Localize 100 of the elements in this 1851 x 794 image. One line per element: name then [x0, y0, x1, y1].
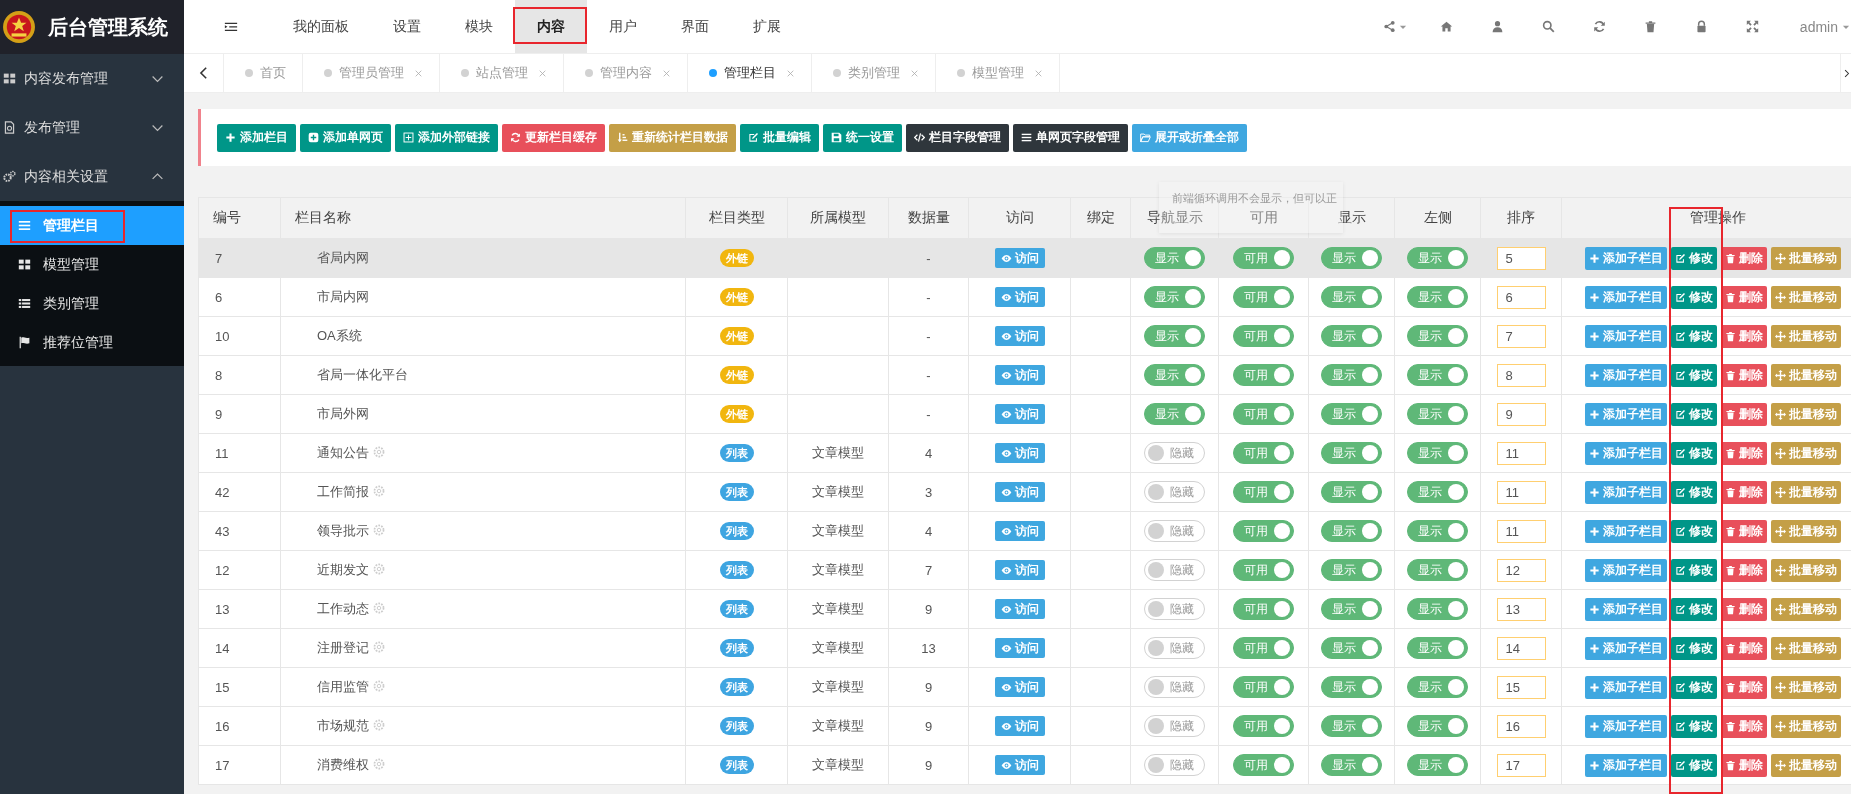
toolbar-action-button[interactable]: 重新统计栏目数据 [609, 123, 736, 152]
row-action-button[interactable]: 添加子栏目 [1585, 246, 1667, 270]
order-input[interactable]: 7 [1496, 324, 1546, 348]
toggle-switch[interactable]: 显示 [1144, 286, 1205, 308]
toggle-switch[interactable]: 可用 [1233, 754, 1294, 776]
visit-button[interactable]: 访问 [994, 677, 1045, 697]
row-action-button[interactable]: 添加子栏目 [1585, 324, 1667, 348]
toolbar-action-button[interactable]: 更新栏目缓存 [502, 123, 605, 152]
row-action-button[interactable]: 删除 [1721, 714, 1767, 738]
toggle-switch[interactable]: 显示 [1407, 325, 1468, 347]
sidebar-menu[interactable]: 内容发布管理 [0, 54, 184, 103]
row-action-button[interactable]: 删除 [1721, 363, 1767, 387]
row-action-button[interactable]: 修改 [1671, 285, 1717, 309]
visit-button[interactable]: 访问 [994, 287, 1045, 307]
nav-menu-item[interactable]: 用户 [587, 0, 659, 53]
toggle-switch[interactable]: 可用 [1233, 247, 1294, 269]
nav-menu-item[interactable]: 内容 [515, 0, 587, 53]
order-input[interactable]: 11 [1496, 441, 1546, 465]
row-action-button[interactable]: 添加子栏目 [1585, 480, 1667, 504]
row-action-button[interactable]: 删除 [1721, 402, 1767, 426]
row-action-button[interactable]: 添加子栏目 [1585, 675, 1667, 699]
sidebar-menu[interactable]: 发布管理 [0, 103, 184, 152]
row-action-button[interactable]: 删除 [1721, 246, 1767, 270]
toggle-switch[interactable]: 显示 [1321, 442, 1382, 464]
row-action-button[interactable]: 添加子栏目 [1585, 558, 1667, 582]
visit-button[interactable]: 访问 [994, 755, 1045, 775]
toggle-switch[interactable]: 隐藏 [1144, 598, 1205, 620]
toolbar-action-button[interactable]: 统一设置 [823, 123, 902, 152]
order-input[interactable]: 6 [1496, 285, 1546, 309]
row-action-button[interactable]: 删除 [1721, 636, 1767, 660]
row-action-button[interactable]: 修改 [1671, 597, 1717, 621]
row-action-button[interactable]: 修改 [1671, 519, 1717, 543]
order-input[interactable]: 17 [1496, 753, 1546, 777]
sidebar-item[interactable]: 类别管理 [0, 284, 184, 323]
row-action-button[interactable]: 添加子栏目 [1585, 714, 1667, 738]
row-action-button[interactable]: 修改 [1671, 636, 1717, 660]
row-action-button[interactable]: 修改 [1671, 675, 1717, 699]
toggle-switch[interactable]: 显示 [1321, 325, 1382, 347]
nav-menu-item[interactable]: 扩展 [731, 0, 803, 53]
toggle-switch[interactable]: 显示 [1321, 403, 1382, 425]
toolbar-action-button[interactable]: 添加外部链接 [395, 123, 498, 152]
visit-button[interactable]: 访问 [994, 482, 1045, 502]
toggle-switch[interactable]: 隐藏 [1144, 520, 1205, 542]
toolbar-action-button[interactable]: 批量编辑 [740, 123, 819, 152]
toggle-switch[interactable]: 隐藏 [1144, 481, 1205, 503]
row-action-button[interactable]: 删除 [1721, 285, 1767, 309]
toggle-switch[interactable]: 显示 [1321, 754, 1382, 776]
toggle-switch[interactable]: 可用 [1233, 520, 1294, 542]
row-action-button[interactable]: 批量移动 [1771, 441, 1841, 465]
row-action-button[interactable]: 批量移动 [1771, 558, 1841, 582]
toggle-switch[interactable]: 显示 [1407, 637, 1468, 659]
user-menu[interactable]: admin [1777, 0, 1851, 54]
row-action-button[interactable]: 删除 [1721, 480, 1767, 504]
toggle-switch[interactable]: 显示 [1407, 715, 1468, 737]
row-action-button[interactable]: 添加子栏目 [1585, 597, 1667, 621]
toggle-switch[interactable]: 显示 [1321, 637, 1382, 659]
order-input[interactable]: 11 [1496, 480, 1546, 504]
sidebar-menu[interactable]: 内容相关设置 [0, 152, 184, 201]
toolbar-action-button[interactable]: 展开或折叠全部 [1132, 123, 1247, 152]
row-action-button[interactable]: 修改 [1671, 558, 1717, 582]
row-action-button[interactable]: 修改 [1671, 402, 1717, 426]
order-input[interactable]: 13 [1496, 597, 1546, 621]
toggle-switch[interactable]: 显示 [1321, 598, 1382, 620]
row-action-button[interactable]: 删除 [1721, 441, 1767, 465]
row-action-button[interactable]: 删除 [1721, 324, 1767, 348]
toggle-switch[interactable]: 显示 [1407, 442, 1468, 464]
toolbar-action-button[interactable]: 单网页字段管理 [1013, 123, 1128, 152]
sidebar-item[interactable]: 推荐位管理 [0, 323, 184, 362]
toggle-switch[interactable]: 显示 [1144, 364, 1205, 386]
row-action-button[interactable]: 批量移动 [1771, 480, 1841, 504]
visit-button[interactable]: 访问 [994, 599, 1045, 619]
toggle-switch[interactable]: 显示 [1407, 559, 1468, 581]
toggle-switch[interactable]: 可用 [1233, 403, 1294, 425]
row-action-button[interactable]: 添加子栏目 [1585, 753, 1667, 777]
row-action-button[interactable]: 批量移动 [1771, 675, 1841, 699]
toolbar-action-button[interactable]: 添加单网页 [300, 123, 391, 152]
scroll-right-button[interactable] [1840, 54, 1851, 92]
nav-menu-item[interactable]: 模块 [443, 0, 515, 53]
order-input[interactable]: 11 [1496, 519, 1546, 543]
row-action-button[interactable]: 删除 [1721, 597, 1767, 621]
toggle-switch[interactable]: 显示 [1321, 676, 1382, 698]
toggle-switch[interactable]: 可用 [1233, 637, 1294, 659]
sidebar-item[interactable]: 管理栏目 [0, 206, 184, 245]
row-action-button[interactable]: 修改 [1671, 324, 1717, 348]
toggle-switch[interactable]: 显示 [1321, 286, 1382, 308]
toggle-switch[interactable]: 显示 [1407, 364, 1468, 386]
toolbar-action-button[interactable]: 栏目字段管理 [906, 123, 1009, 152]
visit-button[interactable]: 访问 [994, 716, 1045, 736]
toggle-switch[interactable]: 隐藏 [1144, 754, 1205, 776]
order-input[interactable]: 16 [1496, 714, 1546, 738]
row-action-button[interactable]: 批量移动 [1771, 285, 1841, 309]
toolbar-action-button[interactable]: 添加栏目 [217, 123, 296, 152]
order-input[interactable]: 14 [1496, 636, 1546, 660]
toggle-switch[interactable]: 隐藏 [1144, 676, 1205, 698]
toggle-switch[interactable]: 显示 [1144, 403, 1205, 425]
toggle-switch[interactable]: 可用 [1233, 676, 1294, 698]
row-action-button[interactable]: 添加子栏目 [1585, 519, 1667, 543]
toggle-switch[interactable]: 显示 [1321, 364, 1382, 386]
row-action-button[interactable]: 修改 [1671, 480, 1717, 504]
toggle-switch[interactable]: 可用 [1233, 442, 1294, 464]
